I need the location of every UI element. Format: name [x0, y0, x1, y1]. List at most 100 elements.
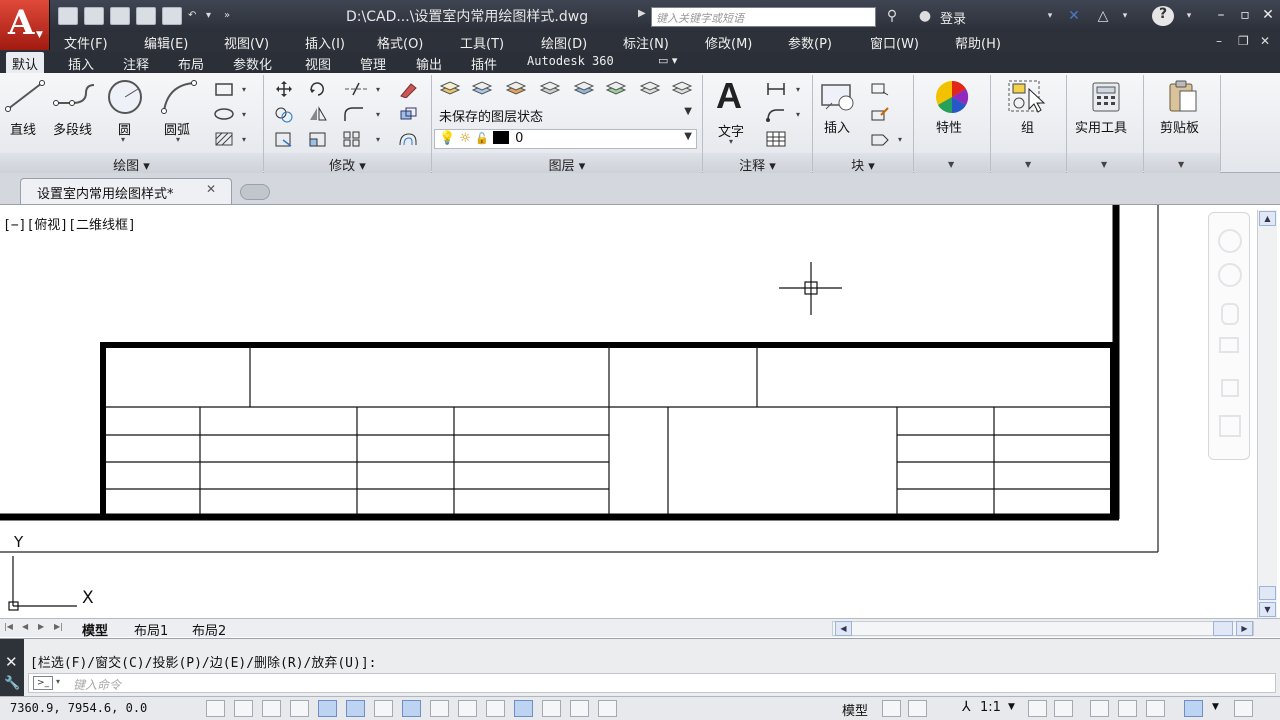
more-commands-icon[interactable]: » — [224, 7, 236, 25]
rotate-button[interactable] — [306, 79, 330, 99]
scroll-thumb[interactable] — [1259, 586, 1276, 600]
layer-tool-4-button[interactable] — [538, 79, 562, 99]
utilities-dropdown-icon[interactable]: ▼ — [1101, 160, 1107, 169]
a360-icon[interactable]: △ — [1094, 8, 1112, 24]
explode-button[interactable] — [396, 104, 420, 124]
application-menu-button[interactable]: A ▼ — [0, 0, 50, 50]
current-layer-select[interactable]: 💡 ☼ 🔓 0 ▼ — [434, 129, 697, 149]
circle-dropdown-icon[interactable]: ▾ — [121, 135, 125, 144]
table-button[interactable] — [764, 129, 788, 149]
statusbar-menu-icon[interactable]: ▼ — [1212, 702, 1219, 712]
mirror-button[interactable] — [306, 104, 330, 124]
new-tab-button[interactable] — [240, 184, 270, 200]
maximize-icon[interactable]: ▫ — [1236, 6, 1254, 24]
tab-output[interactable]: 输出 — [416, 54, 442, 73]
menu-dimension[interactable]: 标注(N) — [623, 33, 669, 52]
tab-plugins[interactable]: 插件 — [471, 54, 497, 73]
last-layout-icon[interactable]: ▶| — [54, 622, 66, 634]
zoom-extents-icon[interactable] — [1219, 337, 1239, 353]
create-block-button[interactable] — [868, 79, 892, 99]
lock-ui-icon[interactable] — [1118, 700, 1137, 717]
block-panel-title[interactable]: 块 ▾ — [813, 155, 913, 174]
user-icon[interactable]: ● — [916, 8, 934, 24]
copy-button[interactable] — [272, 104, 296, 124]
ellipse-dropdown-icon[interactable]: ▾ — [242, 110, 246, 119]
lineweight-icon[interactable] — [486, 700, 505, 717]
login-button[interactable]: 登录 — [940, 8, 966, 27]
layer-tool-3-button[interactable] — [504, 79, 528, 99]
close-tab-icon[interactable]: ✕ — [206, 182, 216, 196]
title-expand-icon[interactable]: ▶ — [638, 8, 646, 19]
menu-format[interactable]: 格式(O) — [377, 33, 423, 52]
groups-button[interactable]: 组 ▼ — [991, 77, 1066, 171]
selection-cycling-icon[interactable] — [570, 700, 589, 717]
command-line-handle[interactable]: ✕ 🔧 — [0, 639, 24, 697]
menu-window[interactable]: 窗口(W) — [870, 33, 919, 52]
doc-close-icon[interactable]: ✕ — [1260, 34, 1270, 48]
file-tab[interactable]: 设置室内常用绘图样式* — [20, 178, 232, 204]
vertical-scrollbar[interactable]: ▲ ▼ — [1257, 210, 1277, 618]
prev-layout-icon[interactable]: ◀ — [22, 622, 34, 634]
layer-tool-2-button[interactable] — [470, 79, 494, 99]
array-button[interactable] — [340, 129, 372, 149]
steering-wheel-icon[interactable] — [1218, 229, 1242, 253]
tab-layout[interactable]: 布局 — [178, 54, 204, 73]
text-button[interactable]: A 文字 ▾ — [710, 75, 754, 149]
layout-tab-model[interactable]: 模型 — [82, 620, 108, 639]
menu-parametric[interactable]: 参数(P) — [788, 33, 832, 52]
undo-dropdown-icon[interactable]: ▾ — [206, 7, 218, 25]
print-icon[interactable] — [162, 7, 182, 25]
infer-constraints-icon[interactable] — [206, 700, 225, 717]
menu-help[interactable]: 帮助(H) — [955, 33, 1001, 52]
clean-screen-icon[interactable] — [1234, 700, 1253, 717]
insert-block-button[interactable]: 插入 — [818, 81, 862, 145]
rectangle-button[interactable] — [212, 79, 236, 99]
utilities-button[interactable]: 实用工具 ▼ — [1067, 77, 1143, 171]
trim-dropdown-icon[interactable]: ▾ — [376, 85, 380, 94]
leader-dropdown-icon[interactable]: ▾ — [796, 110, 800, 119]
quick-view-drawings-icon[interactable] — [908, 700, 927, 717]
edit-block-button[interactable] — [868, 104, 892, 124]
orbit-icon[interactable] — [1218, 263, 1242, 287]
arc-button[interactable]: 圆弧 ▾ — [158, 79, 202, 149]
open-file-icon[interactable] — [84, 7, 104, 25]
erase-button[interactable] — [396, 79, 420, 99]
menu-file[interactable]: 文件(F) — [64, 33, 108, 52]
minimize-icon[interactable]: – — [1212, 6, 1230, 24]
block-attribute-button[interactable] — [868, 129, 892, 149]
offset-button[interactable] — [396, 129, 420, 149]
wrench-icon[interactable]: 🔧 — [4, 676, 20, 691]
linear-dimension-button[interactable] — [764, 79, 788, 99]
layer-tool-8-button[interactable] — [670, 79, 694, 99]
undo-icon[interactable]: ↶ — [188, 7, 200, 25]
array-dropdown-icon[interactable]: ▾ — [376, 135, 380, 144]
scroll-left-icon[interactable]: ◀ — [835, 621, 852, 636]
workspace-switching-icon[interactable] — [1090, 700, 1109, 717]
dynamic-ucs-icon[interactable] — [430, 700, 449, 717]
annotation-scale[interactable]: 1:1 — [980, 700, 1001, 715]
hatch-button[interactable] — [212, 129, 236, 149]
command-prompt-icon[interactable]: >_ — [33, 676, 53, 690]
horizontal-scrollbar[interactable]: ◀ ▶ — [832, 621, 1254, 636]
help-dropdown-icon[interactable]: ▾ — [1180, 8, 1198, 24]
tab-autodesk-360[interactable]: Autodesk 360 — [527, 54, 614, 68]
line-button[interactable]: 直线 — [4, 79, 50, 143]
block-attribute-dropdown-icon[interactable]: ▾ — [898, 135, 902, 144]
layer-properties-button[interactable] — [438, 79, 462, 99]
menu-edit[interactable]: 编辑(E) — [144, 33, 188, 52]
layers-panel-title[interactable]: 图层 ▾ — [432, 155, 702, 174]
snap-mode-icon[interactable] — [234, 700, 253, 717]
scale-dropdown-icon[interactable]: ▼ — [1008, 702, 1015, 712]
quick-properties-icon[interactable] — [542, 700, 561, 717]
drawing-canvas[interactable]: [−][俯视][二维线框] Y X — [0, 205, 1257, 618]
layer-tool-7-button[interactable] — [638, 79, 662, 99]
menu-insert[interactable]: 插入(I) — [305, 33, 345, 52]
clipboard-button[interactable]: 剪贴板 ▼ — [1144, 77, 1220, 171]
transparency-icon[interactable] — [514, 700, 533, 717]
ellipse-button[interactable] — [212, 104, 236, 124]
doc-restore-icon[interactable]: ❐ — [1238, 34, 1249, 48]
modify-panel-title[interactable]: 修改 ▾ — [264, 155, 431, 174]
dynamic-input-icon[interactable] — [458, 700, 477, 717]
layout-tab-2[interactable]: 布局2 — [192, 620, 226, 639]
stretch-button[interactable] — [272, 129, 296, 149]
